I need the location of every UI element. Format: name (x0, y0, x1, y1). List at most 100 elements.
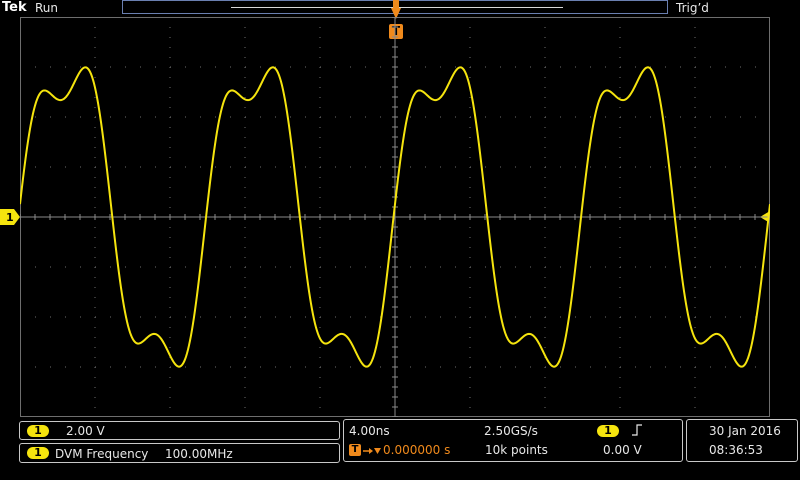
grid-dot (244, 97, 246, 98)
grid-dot (94, 207, 96, 208)
grid-dot (619, 287, 621, 288)
grid-dot (335, 116, 336, 118)
grid-dot (65, 266, 66, 268)
grid-dot (319, 187, 321, 188)
grid-dot (200, 366, 201, 368)
grid-dot (665, 166, 666, 168)
grid-dot (619, 327, 621, 328)
grid-dot (605, 366, 606, 368)
grid-dot (94, 127, 96, 128)
grid-dot (200, 116, 201, 118)
grid-dot (485, 366, 486, 368)
grid-dot (694, 77, 696, 78)
grid-dot (694, 17, 696, 18)
grid-dot (94, 397, 96, 398)
grid-dot (560, 116, 561, 118)
grid-dot (35, 266, 36, 268)
horizontal-trigger-readout[interactable]: 4.00ns 2.50GS/s 1 T 0.000000 s 10k point… (343, 419, 683, 462)
grid-dot (650, 316, 651, 318)
grid-dot (425, 116, 426, 118)
grid-dot (544, 307, 546, 308)
grid-dot (95, 116, 96, 118)
grid-dot (469, 77, 471, 78)
grid-dot (695, 116, 696, 118)
grid-dot (244, 277, 246, 278)
grid-dot (620, 116, 621, 118)
ch1-scale-readout[interactable]: 1 2.00 V (19, 421, 340, 440)
grid-dot (560, 66, 561, 68)
grid-dot (425, 266, 426, 268)
trigger-source-badge: 1 (597, 425, 619, 437)
grid-dot (169, 307, 171, 308)
grid-dot (275, 366, 276, 368)
waveform-display[interactable] (20, 17, 770, 417)
grid-dot (680, 116, 681, 118)
grid-dot (95, 316, 96, 318)
grid-dot (544, 257, 546, 258)
grid-dot (319, 197, 321, 198)
grid-dot (350, 66, 351, 68)
grid-dot (50, 116, 51, 118)
brand-logo: Tek (2, 0, 27, 15)
grid-dot (94, 407, 96, 408)
grid-dot (665, 66, 666, 68)
grid-dot (170, 266, 171, 268)
grid-dot (50, 266, 51, 268)
grid-dot (319, 137, 321, 138)
grid-dot (169, 77, 171, 78)
grid-dot (469, 237, 471, 238)
grid-dot (94, 157, 96, 158)
grid-dot (319, 227, 321, 228)
grid-dot (244, 37, 246, 38)
grid-dot (94, 377, 96, 378)
delay-arrow-icon (363, 448, 381, 454)
grid-dot (80, 266, 81, 268)
grid-dot (94, 177, 96, 178)
grid-dot (470, 266, 471, 268)
grid-dot (544, 347, 546, 348)
dvm-readout[interactable]: 1 DVM Frequency 100.00MHz (19, 443, 340, 463)
grid-dot (94, 287, 96, 288)
grid-dot (694, 257, 696, 258)
grid-dot (200, 316, 201, 318)
grid-dot (365, 316, 366, 318)
grid-dot (425, 366, 426, 368)
grid-dot (110, 366, 111, 368)
grid-dot (380, 266, 381, 268)
grid-dot (320, 316, 321, 318)
grid-dot (619, 407, 621, 408)
grid-dot (95, 166, 96, 168)
grid-dot (319, 247, 321, 248)
grid-dot (20, 166, 21, 168)
grid-dot (560, 266, 561, 268)
grid-dot (94, 77, 96, 78)
grid-dot (244, 307, 246, 308)
grid-dot (500, 366, 501, 368)
grid-dot (80, 166, 81, 168)
date-time-readout[interactable]: 30 Jan 2016 08:36:53 (686, 419, 798, 462)
grid-dot (319, 47, 321, 48)
grid-dot (319, 377, 321, 378)
grid-dot (544, 47, 546, 48)
grid-dot (244, 387, 246, 388)
grid-dot (544, 337, 546, 338)
grid-dot (740, 316, 741, 318)
grid-dot (110, 266, 111, 268)
grid-dot (544, 177, 546, 178)
ch1-ground-marker[interactable]: 1 (0, 209, 20, 225)
trigger-level: 0.00 V (603, 443, 642, 457)
grid-dot (619, 37, 621, 38)
grid-dot (169, 227, 171, 228)
grid-dot (694, 87, 696, 88)
grid-dot (425, 316, 426, 318)
grid-dot (650, 366, 651, 368)
grid-dot (694, 137, 696, 138)
grid-dot (215, 116, 216, 118)
grid-dot (155, 366, 156, 368)
grid-dot (170, 366, 171, 368)
grid-dot (619, 387, 621, 388)
grid-dot (350, 366, 351, 368)
grid-dot (260, 266, 261, 268)
grid-dot (619, 17, 621, 18)
grid-dot (740, 166, 741, 168)
